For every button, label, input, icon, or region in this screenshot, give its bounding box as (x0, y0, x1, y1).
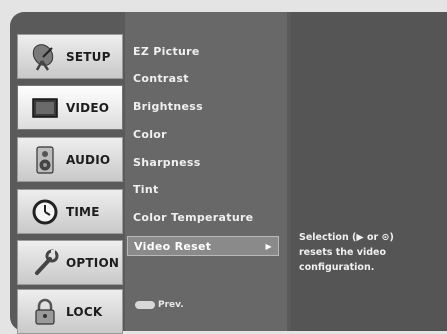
sidebar-item-lock[interactable]: LOCK (17, 289, 123, 334)
menu-item-color-temperature[interactable]: Color Temperature (133, 208, 253, 228)
prev-hint: Prev. (135, 300, 184, 310)
sidebar-item-label: LOCK (66, 304, 103, 319)
sidebar-item-label: AUDIO (66, 152, 111, 167)
sidebar-item-audio[interactable]: AUDIO (17, 137, 123, 182)
prev-label: Prev. (158, 300, 184, 310)
tv-osd-menu: SETUP VIDEO AUDIO TIME OPTION LOCK EZ Pi… (10, 12, 447, 334)
sidebar-item-setup[interactable]: SETUP (17, 34, 123, 79)
return-key-icon (135, 301, 155, 309)
speaker-icon (28, 145, 62, 175)
sidebar: SETUP VIDEO AUDIO TIME OPTION LOCK (17, 12, 125, 334)
help-text: Selection (▶ or ⊙) resets the video conf… (299, 232, 394, 273)
tv-screen-icon (28, 93, 62, 123)
menu-item-tint[interactable]: Tint (133, 180, 159, 200)
menu-item-sharpness[interactable]: Sharpness (133, 153, 201, 173)
sidebar-item-label: TIME (66, 204, 100, 219)
menu-item-brightness[interactable]: Brightness (133, 97, 203, 117)
padlock-icon (28, 297, 62, 327)
sidebar-item-label: VIDEO (66, 100, 110, 115)
menu-item-color[interactable]: Color (133, 125, 167, 145)
menu-item-contrast[interactable]: Contrast (133, 69, 189, 89)
menu-item-video-reset[interactable]: Video Reset ▶ (127, 236, 279, 256)
clock-icon (28, 197, 62, 227)
video-menu-list: EZ Picture Contrast Brightness Color Sha… (125, 12, 287, 331)
arrow-right-icon: ▶ (265, 242, 272, 251)
menu-item-label: Video Reset (134, 240, 212, 253)
sidebar-item-label: SETUP (66, 49, 111, 64)
sidebar-item-time[interactable]: TIME (17, 189, 123, 234)
satellite-dish-icon (28, 42, 62, 72)
info-panel: Selection (▶ or ⊙) resets the video conf… (291, 12, 447, 331)
wrench-icon (28, 248, 62, 278)
menu-item-ez-picture[interactable]: EZ Picture (133, 42, 200, 62)
sidebar-item-video[interactable]: VIDEO (17, 85, 123, 130)
sidebar-item-label: OPTION (66, 255, 120, 270)
sidebar-item-option[interactable]: OPTION (17, 240, 123, 285)
